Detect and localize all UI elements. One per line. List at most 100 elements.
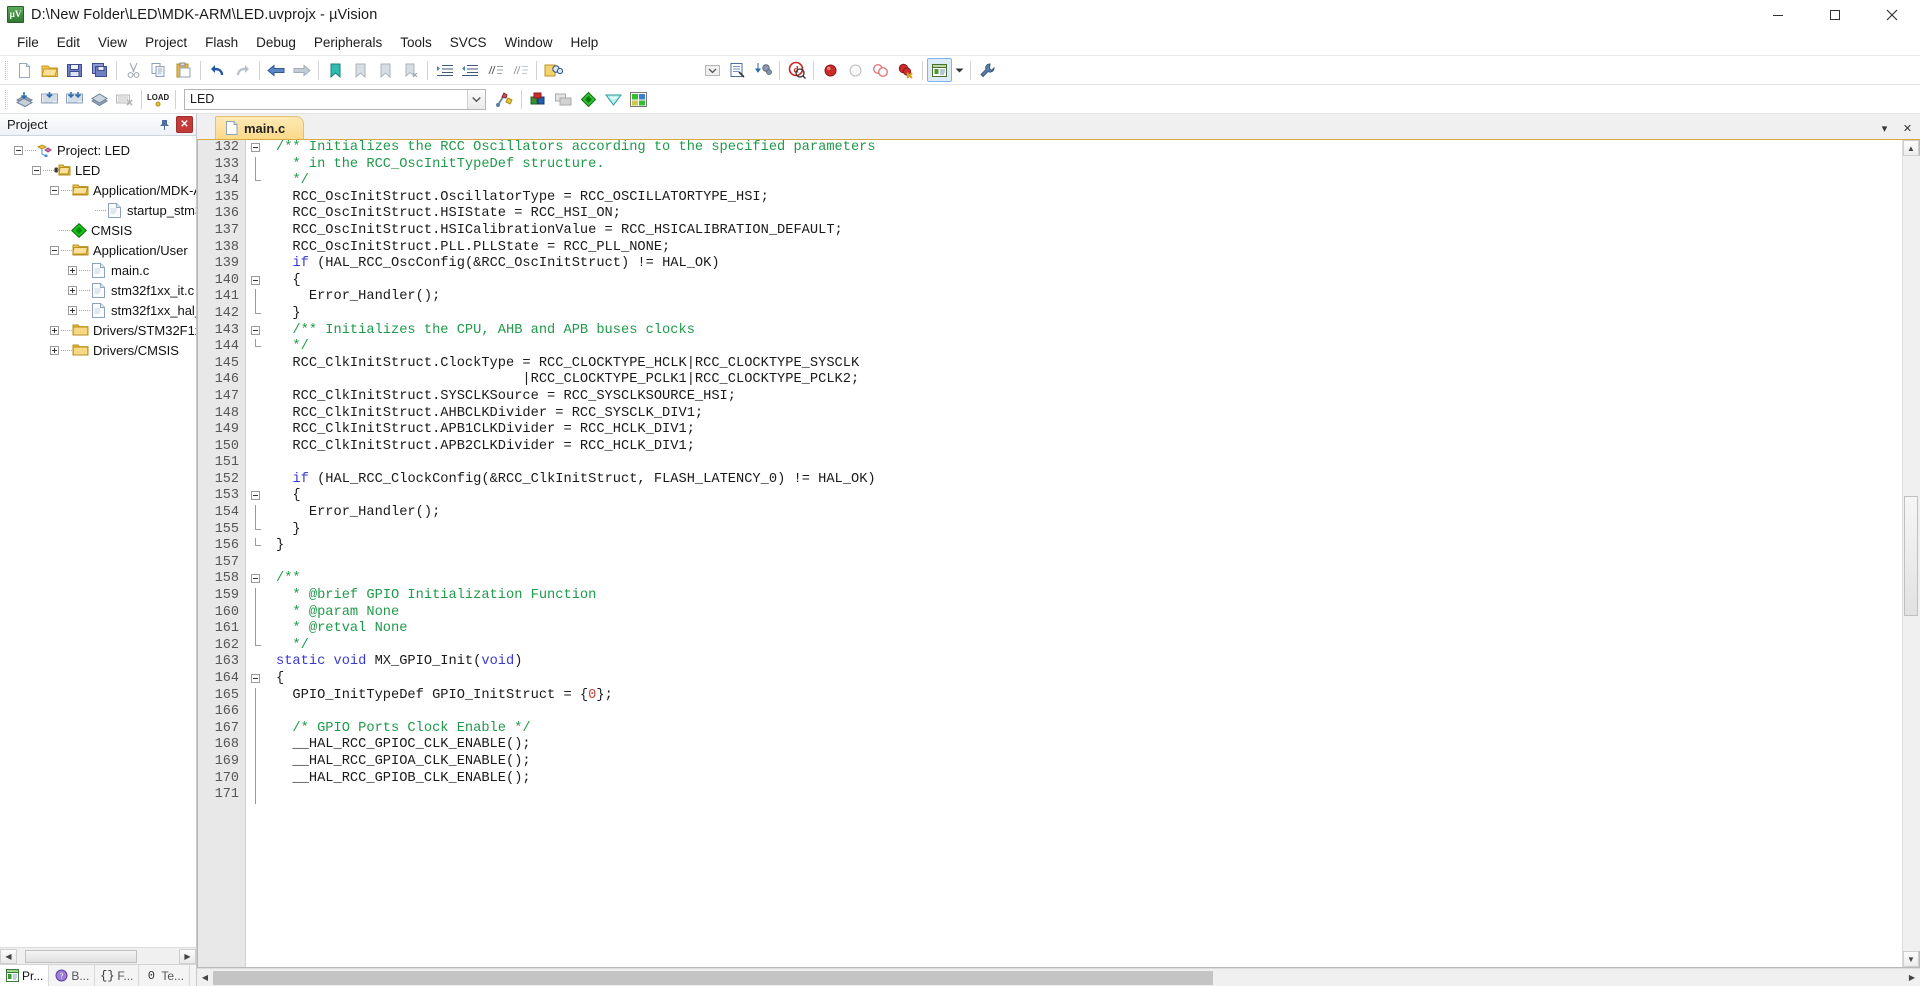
multi-project-icon[interactable] (551, 87, 576, 111)
code-line[interactable]: |RCC_CLOCKTYPE_PCLK1|RCC_CLOCKTYPE_PCLK2… (268, 372, 1902, 389)
code-line[interactable]: */ (268, 638, 1902, 655)
fold-marker[interactable] (246, 273, 268, 290)
vscroll-thumb[interactable] (1903, 496, 1918, 616)
chevron-down-icon[interactable] (467, 89, 485, 109)
batch-build-icon[interactable] (87, 87, 112, 111)
tree-item[interactable]: LED (0, 160, 196, 180)
breakpoint-disable-all-icon[interactable] (868, 58, 893, 82)
code-line[interactable]: RCC_ClkInitStruct.SYSCLKSource = RCC_SYS… (268, 389, 1902, 406)
tree-item[interactable]: Application/User (0, 240, 196, 260)
menu-svcs[interactable]: SVCS (441, 32, 496, 53)
code-line[interactable]: __HAL_RCC_GPIOC_CLK_ENABLE(); (268, 737, 1902, 754)
code-line[interactable]: /** Initializes the RCC Oscillators acco… (268, 140, 1902, 157)
arrow-right-icon[interactable]: ▶ (179, 948, 196, 964)
code-line[interactable]: } (268, 538, 1902, 555)
collapse-toggle-icon[interactable] (32, 165, 41, 175)
code-line[interactable]: RCC_OscInitStruct.HSIState = RCC_HSI_ON; (268, 206, 1902, 223)
code-line[interactable]: /** Initializes the CPU, AHB and APB bus… (268, 323, 1902, 340)
code-line[interactable]: /** (268, 571, 1902, 588)
fold-marker[interactable] (246, 671, 268, 688)
tree-item[interactable]: main.c (0, 260, 196, 280)
pin-icon[interactable] (156, 116, 173, 133)
save-icon[interactable] (62, 58, 87, 82)
code-line[interactable]: /* GPIO Ports Clock Enable */ (268, 721, 1902, 738)
fold-margin[interactable] (246, 140, 268, 967)
menu-peripherals[interactable]: Peripherals (305, 32, 391, 53)
maximize-button[interactable] (1806, 0, 1863, 30)
toolbar-grip[interactable] (5, 60, 8, 80)
code-line[interactable]: * @param None (268, 605, 1902, 622)
arrow-left-icon[interactable]: ◀ (197, 970, 213, 986)
back-icon[interactable] (264, 58, 289, 82)
forward-icon[interactable] (289, 58, 314, 82)
hscroll-track[interactable] (17, 948, 179, 964)
menu-file[interactable]: File (8, 32, 48, 53)
translate-icon[interactable] (12, 87, 37, 111)
breakpoint-insert-icon[interactable] (818, 58, 843, 82)
expand-toggle-icon[interactable] (50, 325, 59, 335)
comment-icon[interactable] (482, 58, 507, 82)
arrow-left-icon[interactable]: ◀ (0, 948, 17, 964)
redo-icon[interactable] (230, 58, 255, 82)
load-icon[interactable]: LOAD (146, 87, 171, 111)
tree-item[interactable]: startup_stm32f1 (0, 200, 196, 220)
fold-marker[interactable] (246, 323, 268, 340)
find-in-files-icon[interactable] (541, 58, 566, 82)
code-view[interactable]: 132 133 134 135 136 137 138 139 140 141 142 143 144 1… (198, 140, 1902, 967)
code-line[interactable]: GPIO_InitTypeDef GPIO_InitStruct = {0}; (268, 688, 1902, 705)
expand-toggle-icon[interactable] (50, 345, 59, 355)
close-icon[interactable]: ✕ (176, 116, 193, 133)
code-line[interactable]: { (268, 671, 1902, 688)
menu-view[interactable]: View (89, 32, 136, 53)
manage-windows-dropdown[interactable] (952, 58, 966, 82)
editor-vscrollbar[interactable]: ▲ ▼ (1902, 140, 1920, 967)
breakpoint-disable-icon[interactable] (843, 58, 868, 82)
minimize-button[interactable] (1749, 0, 1806, 30)
code-line[interactable]: RCC_OscInitStruct.PLL.PLLState = RCC_PLL… (268, 240, 1902, 257)
arrow-up-icon[interactable]: ▲ (1903, 140, 1919, 156)
arrow-down-icon[interactable]: ▼ (1903, 951, 1919, 967)
code-line[interactable]: * @brief GPIO Initialization Function (268, 588, 1902, 605)
code-line[interactable]: RCC_ClkInitStruct.APB2CLKDivider = RCC_H… (268, 439, 1902, 456)
menu-project[interactable]: Project (136, 32, 196, 53)
collapse-toggle-icon[interactable] (14, 145, 23, 155)
project-tree[interactable]: Project: LED LED Application/MDK-AR startup… (0, 136, 196, 947)
target-combo[interactable]: LED (184, 88, 486, 110)
bookmark-next-icon[interactable] (373, 58, 398, 82)
code-line[interactable] (268, 787, 1902, 804)
target-combo-value[interactable]: LED (185, 92, 467, 106)
menu-help[interactable]: Help (562, 32, 608, 53)
expand-toggle-icon[interactable] (68, 265, 77, 275)
select-software-packs-icon[interactable] (626, 87, 651, 111)
editor-hscrollbar[interactable]: ◀ ▶ (197, 968, 1920, 986)
code-line[interactable]: RCC_ClkInitStruct.APB1CLKDivider = RCC_H… (268, 422, 1902, 439)
collapse-toggle-icon[interactable] (50, 185, 59, 195)
start-debug-icon[interactable]: d (784, 58, 809, 82)
code-line[interactable]: if (HAL_RCC_ClockConfig(&RCC_ClkInitStru… (268, 472, 1902, 489)
tree-item[interactable]: Drivers/CMSIS (0, 340, 196, 360)
tab-templates[interactable]: 0 Te... (139, 965, 191, 986)
tab-functions[interactable]: {} F... (95, 965, 140, 986)
build-icon[interactable] (37, 87, 62, 111)
manage-rte-icon[interactable] (601, 87, 626, 111)
menu-debug[interactable]: Debug (247, 32, 305, 53)
manage-windows-icon[interactable] (927, 58, 952, 82)
code-line[interactable]: __HAL_RCC_GPIOA_CLK_ENABLE(); (268, 754, 1902, 771)
open-file-icon[interactable] (37, 58, 62, 82)
code-text[interactable]: /** Initializes the RCC Oscillators acco… (268, 140, 1902, 967)
code-line[interactable]: Error_Handler(); (268, 289, 1902, 306)
code-line[interactable] (268, 555, 1902, 572)
code-line[interactable]: * in the RCC_OscInitTypeDef structure. (268, 157, 1902, 174)
uncomment-icon[interactable] (507, 58, 532, 82)
vscroll-track[interactable] (1902, 156, 1920, 951)
menu-edit[interactable]: Edit (48, 32, 89, 53)
chevron-down-icon[interactable] (700, 58, 725, 82)
copy-icon[interactable] (146, 58, 171, 82)
pack-installer-icon[interactable] (576, 87, 601, 111)
code-line[interactable]: { (268, 273, 1902, 290)
tab-project[interactable]: Pr... (0, 965, 50, 986)
code-line[interactable]: } (268, 522, 1902, 539)
bookmark-toggle-icon[interactable] (323, 58, 348, 82)
expand-toggle-icon[interactable] (68, 305, 77, 315)
code-line[interactable]: } (268, 306, 1902, 323)
